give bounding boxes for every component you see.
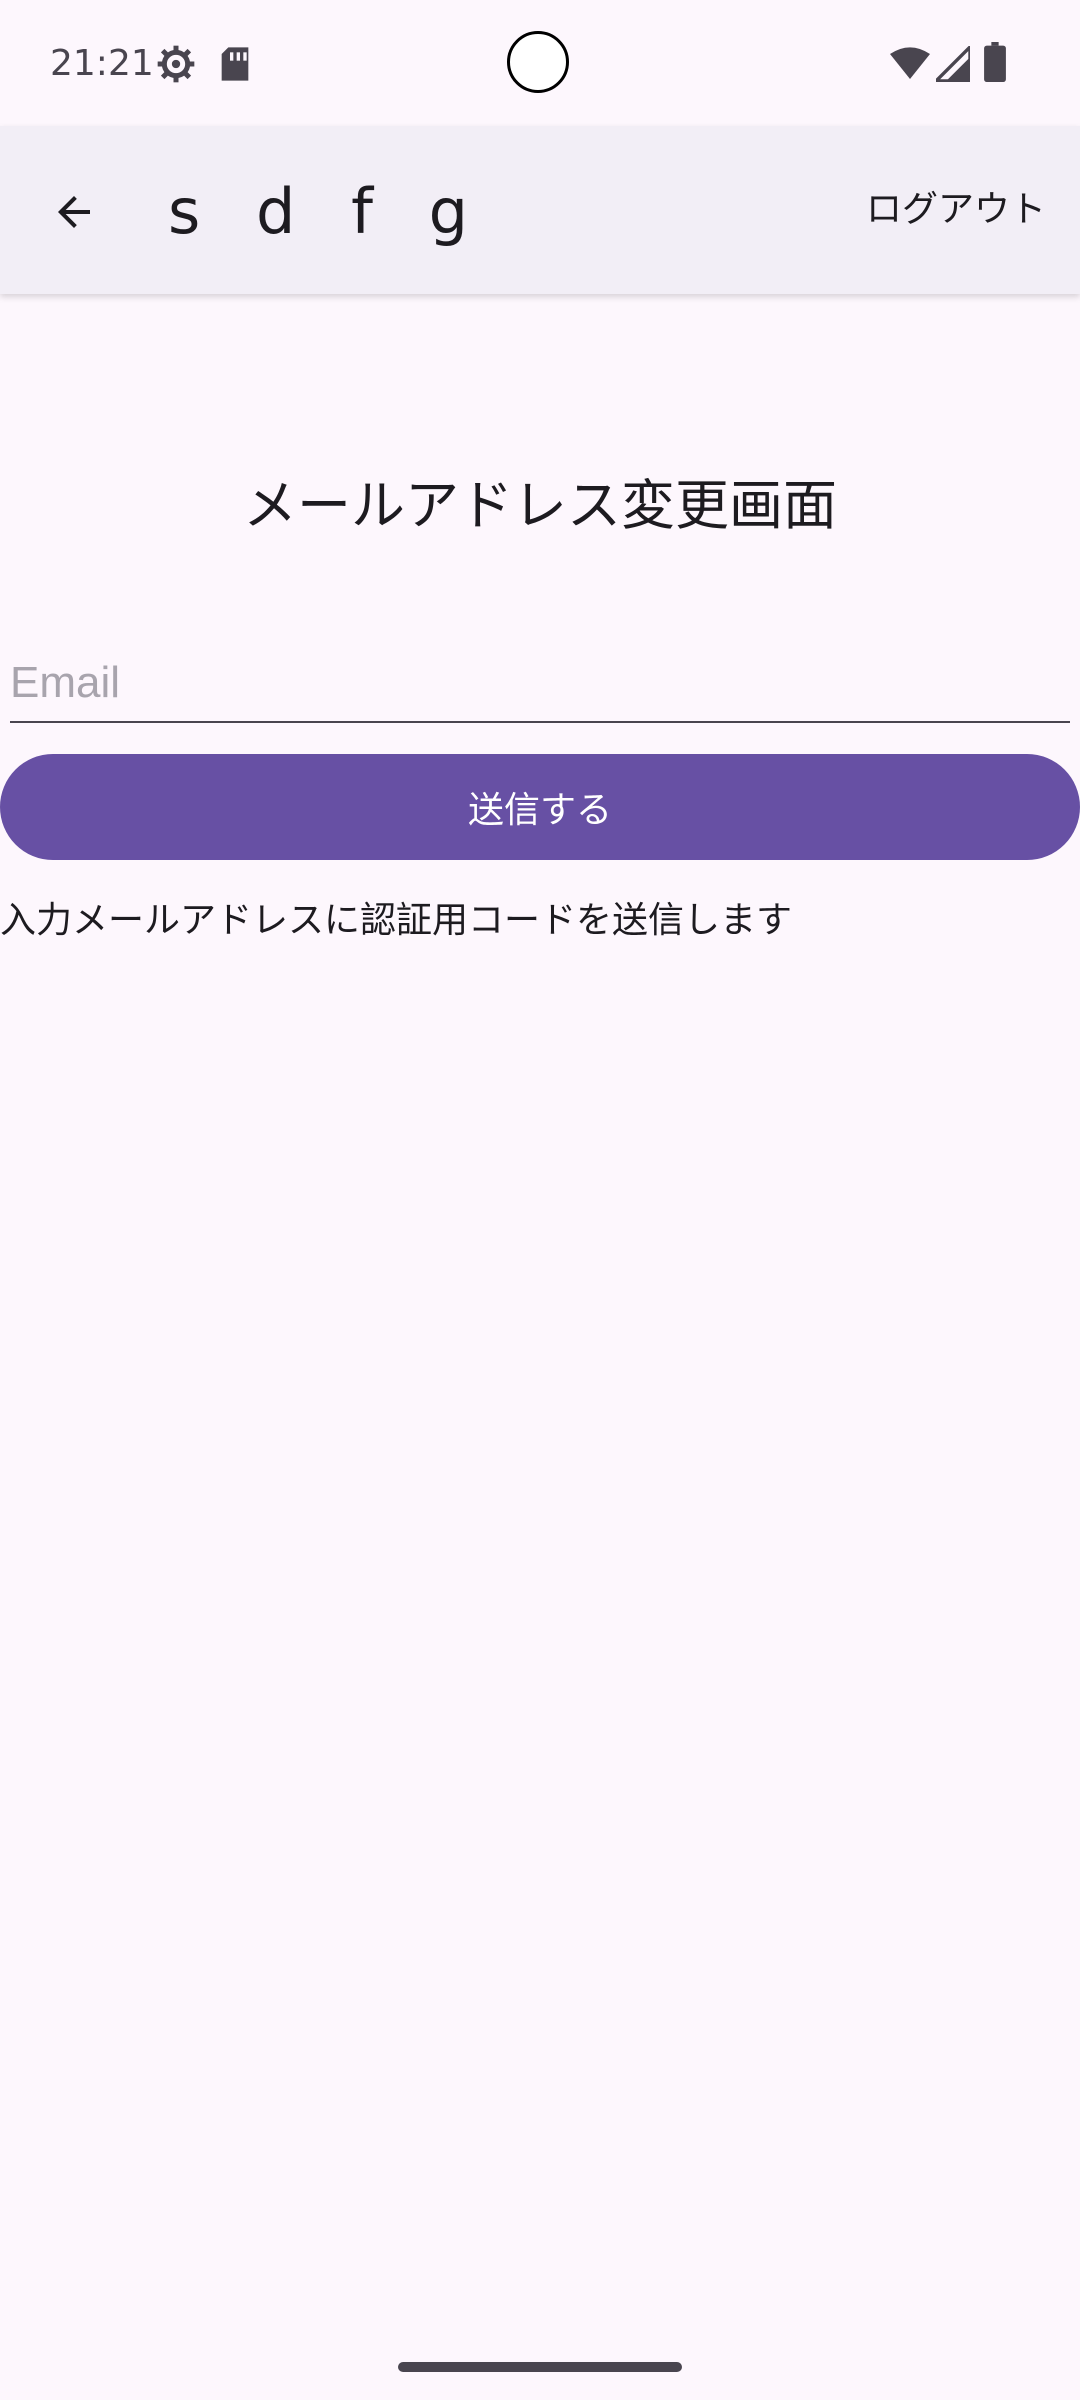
wifi-icon: [890, 46, 930, 86]
navigation-handle[interactable]: [398, 2362, 682, 2372]
arrow-back-icon: [50, 188, 98, 240]
app-title: s d f g: [168, 175, 486, 248]
status-bar: 21:21: [0, 0, 1080, 126]
email-field[interactable]: [10, 645, 1070, 723]
submit-button[interactable]: 送信する: [0, 754, 1080, 860]
settings-icon: [156, 44, 196, 88]
camera-cutout: [507, 31, 569, 93]
page-title: メールアドレス変更画面: [243, 474, 837, 537]
app-bar: s d f g ログアウト: [0, 126, 1080, 294]
hint-text: 入力メールアドレスに認証用コードを送信します: [0, 900, 793, 941]
battery-icon: [984, 42, 1006, 86]
screen: 21:21 s d f g ログアウト メールアドレス変更画面 Email 送信…: [0, 0, 1080, 2400]
signal-icon: [931, 42, 972, 86]
logout-button[interactable]: ログアウト: [866, 186, 1046, 234]
status-time: 21:21: [50, 43, 154, 84]
back-button[interactable]: [26, 166, 122, 262]
sd-card-icon: [218, 44, 252, 88]
